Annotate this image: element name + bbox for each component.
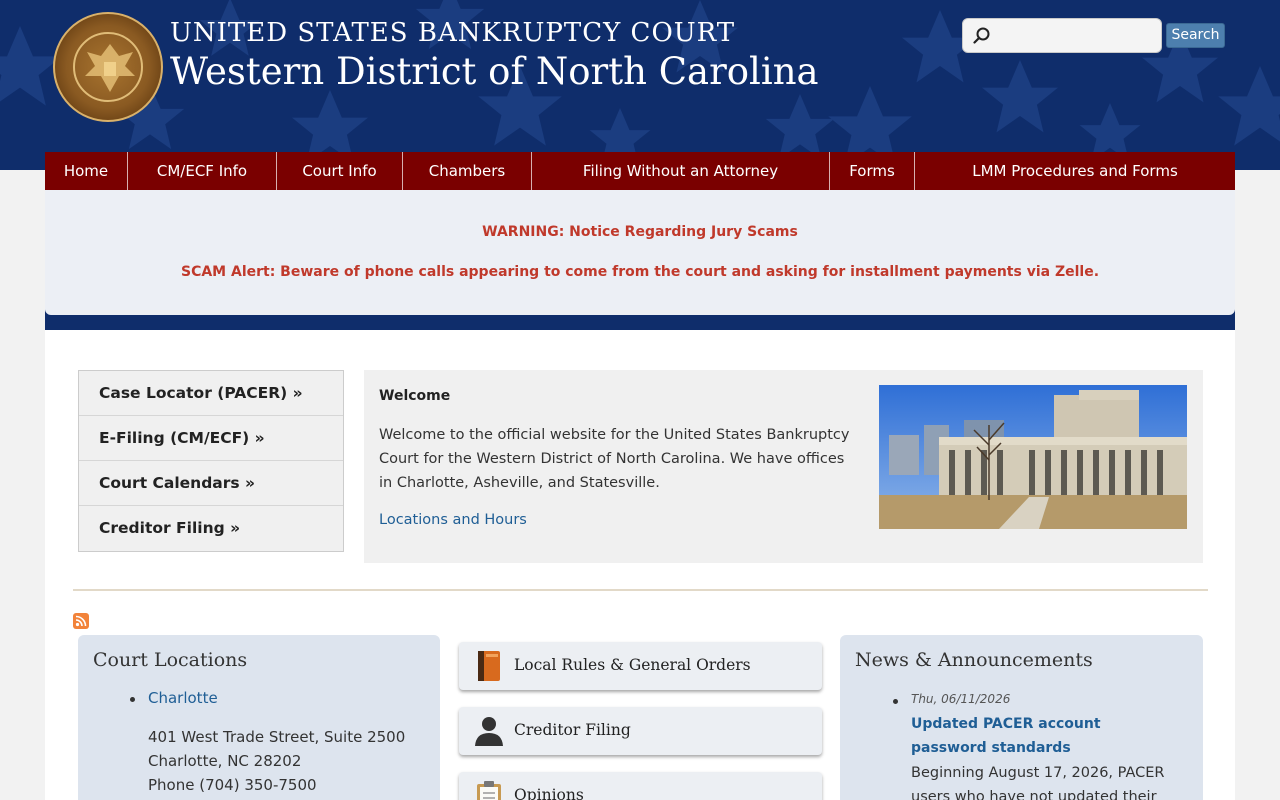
nav-home[interactable]: Home [45,152,128,190]
nav-lmm-procedures[interactable]: LMM Procedures and Forms [915,152,1235,190]
main-nav: Home CM/ECF Info Court Info Chambers Fil… [45,152,1235,190]
tile-opinions-label: Opinions [514,786,584,800]
alert-region: WARNING: Notice Regarding Jury Scams SCA… [45,190,1235,330]
court-locations-title: Court Locations [93,649,248,671]
tile-creditor-filing[interactable]: Creditor Filing [459,707,822,755]
location-phone: Phone (704) 350-7500 [148,776,317,794]
welcome-title: Welcome [379,388,451,404]
quick-link-case-locator[interactable]: Case Locator (PACER) » [79,371,343,416]
location-charlotte-link[interactable]: Charlotte [148,689,218,707]
district-name: Western District of North Carolina [170,50,819,93]
alert-zelle-scam-link[interactable]: SCAM Alert: Beware of phone calls appear… [45,264,1235,280]
nav-chambers[interactable]: Chambers [403,152,532,190]
welcome-panel: Welcome Welcome to the official website … [364,370,1203,563]
tile-opinions[interactable]: Opinions [459,772,822,800]
welcome-text: Welcome to the official website for the … [379,427,850,491]
tile-local-rules[interactable]: Local Rules & General Orders [459,642,822,690]
quick-link-court-calendars[interactable]: Court Calendars » [79,461,343,506]
section-divider [73,589,1208,591]
list-bullet [130,697,135,702]
news-date: Thu, 06/11/2026 [911,692,1011,706]
search-icon [973,27,991,49]
news-headline-link[interactable]: Updated PACER account password standards [911,712,1171,760]
location-address-line1: 401 West Trade Street, Suite 2500 [148,728,406,746]
clipboard-icon [474,780,504,800]
location-address-line2: Charlotte, NC 28202 [148,752,302,770]
quick-link-efiling[interactable]: E-Filing (CM/ECF) » [79,416,343,461]
book-icon [474,650,504,682]
news-body: Beginning August 17, 2026, PACER users w… [911,765,1165,800]
news-panel: News & Announcements Thu, 06/11/2026 Upd… [840,635,1203,800]
nav-forms[interactable]: Forms [830,152,915,190]
nav-court-info[interactable]: Court Info [277,152,403,190]
quick-link-creditor-filing[interactable]: Creditor Filing » [79,506,343,551]
nav-filing-without-attorney[interactable]: Filing Without an Attorney [532,152,830,190]
tile-creditor-filing-label: Creditor Filing [514,721,631,739]
locations-hours-link[interactable]: Locations and Hours [379,512,527,528]
person-icon [474,715,504,747]
alert-jury-scam-link[interactable]: WARNING: Notice Regarding Jury Scams [45,224,1235,240]
court-locations-panel: Court Locations Charlotte 401 West Trade… [78,635,440,800]
alert-box: WARNING: Notice Regarding Jury Scams SCA… [45,190,1235,315]
search-box [962,18,1162,53]
list-bullet [893,699,898,704]
news-title: News & Announcements [855,649,1093,671]
rss-icon[interactable] [73,613,89,629]
court-name: UNITED STATES BANKRUPTCY COURT [170,18,736,48]
search-input[interactable] [995,23,1155,48]
courthouse-photo [879,385,1187,529]
search-button[interactable]: Search [1166,23,1225,48]
court-seal-logo [53,12,163,122]
site-header: UNITED STATES BANKRUPTCY COURT Western D… [0,0,1280,170]
quick-links: Case Locator (PACER) » E-Filing (CM/ECF)… [78,370,344,552]
tile-local-rules-label: Local Rules & General Orders [514,656,751,674]
nav-cmecf-info[interactable]: CM/ECF Info [128,152,277,190]
